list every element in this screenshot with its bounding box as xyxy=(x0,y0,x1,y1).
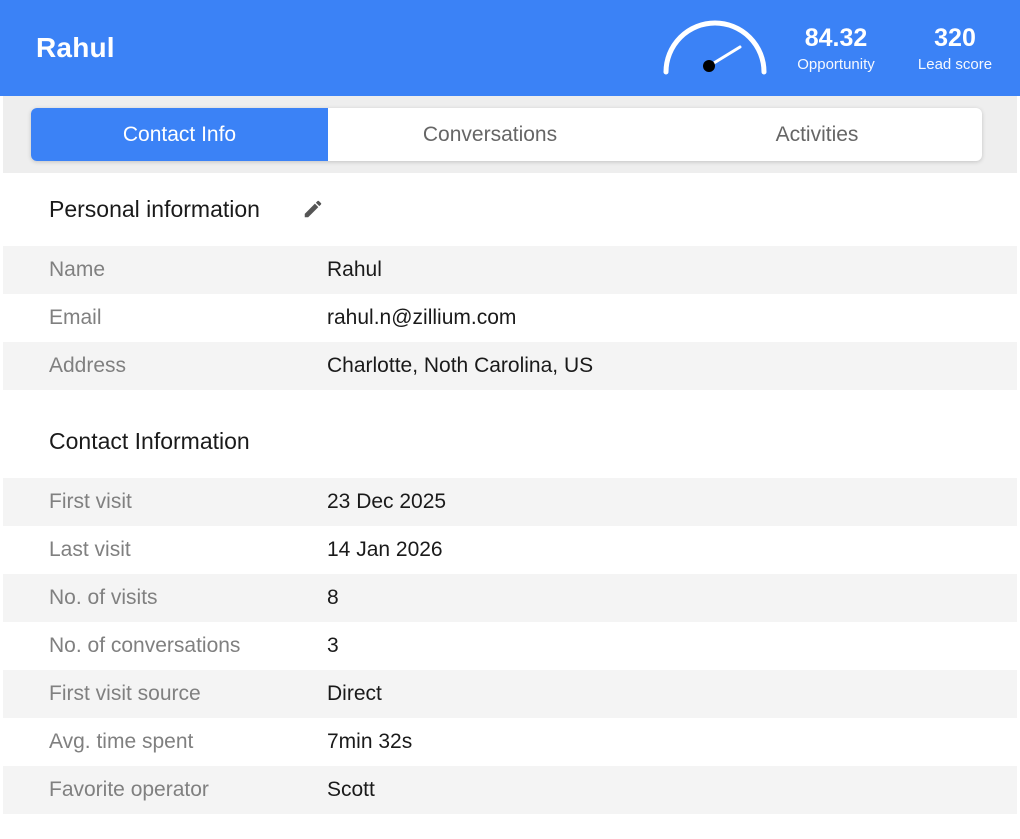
table-row: First visit 23 Dec 2025 xyxy=(3,478,1017,526)
field-value: 8 xyxy=(327,586,339,609)
table-row: No. of visits 8 xyxy=(3,574,1017,622)
contact-information-title: Contact Information xyxy=(49,428,250,454)
field-value: 23 Dec 2025 xyxy=(327,490,447,513)
contact-name: Rahul xyxy=(36,32,115,63)
field-label: No. of visits xyxy=(49,586,158,609)
field-label: First visit source xyxy=(49,682,201,705)
field-value: Direct xyxy=(327,682,382,705)
lead-score-label: Lead score xyxy=(917,56,993,73)
contact-info-table: First visit 23 Dec 2025 Last visit 14 Ja… xyxy=(3,478,1017,814)
table-row: Name Rahul xyxy=(3,246,1017,294)
field-label: Email xyxy=(49,306,102,329)
field-value: Rahul xyxy=(327,258,382,281)
lead-score-stat: 320 Lead score xyxy=(910,24,1000,73)
table-row: No. of conversations 3 xyxy=(3,622,1017,670)
field-value: 14 Jan 2026 xyxy=(327,538,443,561)
opportunity-value: 84.32 xyxy=(804,24,868,52)
personal-information-title: Personal information xyxy=(49,196,260,222)
opportunity-gauge-icon xyxy=(663,20,767,75)
opportunity-label: Opportunity xyxy=(797,56,875,73)
table-row: First visit source Direct xyxy=(3,670,1017,718)
field-label: Last visit xyxy=(49,538,131,561)
field-label: Name xyxy=(49,258,106,281)
opportunity-stat: 84.32 Opportunity xyxy=(788,24,884,73)
field-label: First visit xyxy=(49,490,132,513)
field-label: Favorite operator xyxy=(49,778,209,801)
field-label: Address xyxy=(49,354,127,377)
tab-contact-info[interactable]: Contact Info xyxy=(31,108,328,161)
table-row: Email rahul.n@zillium.com xyxy=(3,294,1017,342)
field-value: 3 xyxy=(327,634,339,657)
lead-score-value: 320 xyxy=(934,24,976,52)
field-label: No. of conversations xyxy=(49,634,241,657)
pencil-icon[interactable] xyxy=(302,198,324,220)
field-value: rahul.n@zillium.com xyxy=(327,306,517,329)
table-row: Address Charlotte, Noth Carolina, US xyxy=(3,342,1017,390)
tab-bar: Contact Info Conversations Activities xyxy=(31,108,982,161)
contact-header: Rahul 84.32 Opportunity 320 Lead score xyxy=(0,0,1020,96)
field-value: Charlotte, Noth Carolina, US xyxy=(327,354,594,377)
tab-conversations[interactable]: Conversations xyxy=(328,108,652,161)
field-value: 7min 32s xyxy=(327,730,413,753)
contact-details-panel: Contact Info Conversations Activities Pe… xyxy=(0,96,1020,839)
tab-activities[interactable]: Activities xyxy=(652,108,982,161)
table-row: Last visit 14 Jan 2026 xyxy=(3,526,1017,574)
table-row: Avg. time spent 7min 32s xyxy=(3,718,1017,766)
personal-info-table: Name Rahul Email rahul.n@zillium.com Add… xyxy=(3,246,1017,390)
field-label: Avg. time spent xyxy=(49,730,194,753)
table-row: Favorite operator Scott xyxy=(3,766,1017,814)
field-value: Scott xyxy=(327,778,375,801)
